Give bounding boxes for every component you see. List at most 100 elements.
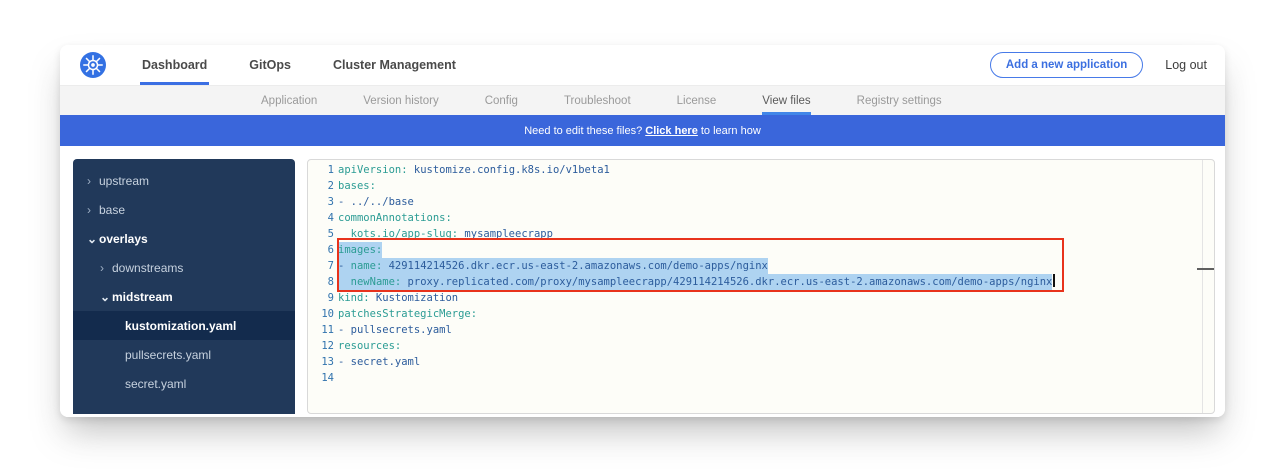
code-line: 7- name: 429114214526.dkr.ecr.us-east-2.… [308, 258, 1214, 274]
tree-item-kustomization-yaml[interactable]: kustomization.yaml [73, 311, 295, 340]
yaml-key: kind: [338, 292, 370, 304]
tree-item-label: midstream [112, 290, 173, 304]
header-actions: Add a new application Log out [990, 52, 1225, 78]
view-files-content: ›upstream›base⌄overlays›downstreams⌄mids… [60, 146, 1225, 417]
code-line: 9kind: Kustomization [308, 290, 1214, 306]
chevron-right-icon: › [100, 261, 112, 275]
tree-item-midstream[interactable]: ⌄midstream [73, 282, 295, 311]
cursor-position-marker [1197, 268, 1214, 270]
tree-item-overlays[interactable]: ⌄overlays [73, 224, 295, 253]
tree-item-label: base [99, 203, 125, 217]
code-text: resources: [338, 338, 401, 354]
tree-item-label: secret.yaml [125, 377, 186, 391]
app-tabs-bar: Application Version history Config Troubles… [60, 85, 1225, 115]
line-number: 2 [308, 178, 334, 194]
tab-application[interactable]: Application [261, 86, 317, 115]
tab-version-history[interactable]: Version history [363, 86, 438, 115]
code-text: bases: [338, 178, 376, 194]
chevron-down-icon: ⌄ [100, 290, 112, 304]
code-line: 8 newName: proxy.replicated.com/proxy/my… [308, 274, 1214, 290]
yaml-key: apiVersion: [338, 164, 408, 176]
line-number: 6 [308, 242, 334, 258]
file-tree: ›upstream›base⌄overlays›downstreams⌄mids… [73, 159, 295, 414]
top-header: Dashboard GitOps Cluster Management Add a … [60, 45, 1225, 85]
yaml-value: - [338, 260, 351, 272]
code-text: kots.io/app-slug: mysampleecrapp [338, 226, 553, 242]
kubernetes-logo-icon [80, 52, 106, 78]
add-application-button[interactable]: Add a new application [990, 52, 1143, 78]
tab-registry-settings[interactable]: Registry settings [857, 86, 942, 115]
code-text: - secret.yaml [338, 354, 420, 370]
yaml-key: bases: [338, 180, 376, 192]
code-lines: 1apiVersion: kustomize.config.k8s.io/v1b… [308, 160, 1214, 386]
code-text: commonAnnotations: [338, 210, 452, 226]
line-number: 3 [308, 194, 334, 210]
tab-troubleshoot[interactable]: Troubleshoot [564, 86, 631, 115]
yaml-key: newName: [351, 276, 402, 288]
yaml-value: kustomize.config.k8s.io/v1beta1 [408, 164, 610, 176]
tree-item-label: upstream [99, 174, 149, 188]
tree-item-downstreams[interactable]: ›downstreams [73, 253, 295, 282]
line-number: 4 [308, 210, 334, 226]
line-number: 1 [308, 162, 334, 178]
code-text: - pullsecrets.yaml [338, 322, 452, 338]
tab-config[interactable]: Config [485, 86, 518, 115]
yaml-value: - ../../base [338, 196, 414, 208]
code-text: patchesStrategicMerge: [338, 306, 477, 322]
chevron-right-icon: › [87, 174, 99, 188]
chevron-right-icon: › [87, 203, 99, 217]
tree-item-label: pullsecrets.yaml [125, 348, 211, 362]
line-number: 9 [308, 290, 334, 306]
text-cursor [1053, 274, 1055, 287]
tree-item-label: kustomization.yaml [125, 319, 236, 333]
tab-view-files[interactable]: View files [762, 86, 810, 115]
edit-files-banner: Need to edit these files? Click here to … [60, 115, 1225, 146]
code-text: apiVersion: kustomize.config.k8s.io/v1be… [338, 162, 610, 178]
code-text-selected: - name: 429114214526.dkr.ecr.us-east-2.a… [338, 258, 768, 274]
nav-gitops[interactable]: GitOps [247, 45, 293, 85]
code-line: 3 - ../../base [308, 194, 1214, 210]
nav-dashboard[interactable]: Dashboard [140, 45, 209, 85]
admin-console-window: Dashboard GitOps Cluster Management Add a … [60, 45, 1225, 417]
yaml-key: images: [338, 244, 382, 256]
nav-cluster-management[interactable]: Cluster Management [331, 45, 458, 85]
yaml-key: patchesStrategicMerge: [338, 308, 477, 320]
line-number: 12 [308, 338, 334, 354]
yaml-value [338, 276, 351, 288]
tree-item-secret-yaml[interactable]: secret.yaml [73, 369, 295, 398]
code-line: 11- pullsecrets.yaml [308, 322, 1214, 338]
yaml-key: commonAnnotations: [338, 212, 452, 224]
tab-license[interactable]: License [677, 86, 717, 115]
code-text-selected: images: [338, 242, 382, 258]
line-number: 10 [308, 306, 334, 322]
code-line: 13 - secret.yaml [308, 354, 1214, 370]
yaml-value: 429114214526.dkr.ecr.us-east-2.amazonaws… [382, 260, 768, 272]
yaml-value: proxy.replicated.com/proxy/mysampleecrap… [401, 276, 1052, 288]
yaml-key: name: [351, 260, 383, 272]
tree-item-label: downstreams [112, 261, 183, 275]
yaml-key: resources: [338, 340, 401, 352]
line-number: 13 [308, 354, 334, 370]
logout-link[interactable]: Log out [1165, 58, 1207, 72]
primary-nav: Dashboard GitOps Cluster Management [140, 45, 496, 85]
banner-text-suffix: to learn how [701, 125, 761, 137]
tree-item-upstream[interactable]: ›upstream [73, 166, 295, 195]
code-editor[interactable]: 1apiVersion: kustomize.config.k8s.io/v1b… [307, 159, 1215, 414]
line-number: 14 [308, 370, 334, 386]
yaml-key: kots.io/app-slug: [338, 228, 458, 240]
code-line: 4 commonAnnotations: [308, 210, 1214, 226]
yaml-value: - secret.yaml [338, 356, 420, 368]
line-number: 7 [308, 258, 334, 274]
chevron-down-icon: ⌄ [87, 232, 99, 246]
code-line: 10 patchesStrategicMerge: [308, 306, 1214, 322]
click-here-link[interactable]: Click here [645, 125, 698, 137]
yaml-value: Kustomization [370, 292, 459, 304]
tree-item-pullsecrets-yaml[interactable]: pullsecrets.yaml [73, 340, 295, 369]
code-line: 2 bases: [308, 178, 1214, 194]
yaml-value: - pullsecrets.yaml [338, 324, 452, 336]
editor-scrollbar[interactable] [1202, 160, 1214, 413]
tree-item-base[interactable]: ›base [73, 195, 295, 224]
code-line: 14 [308, 370, 1214, 386]
code-text: kind: Kustomization [338, 290, 458, 306]
code-text-selected: newName: proxy.replicated.com/proxy/mysa… [338, 274, 1052, 290]
